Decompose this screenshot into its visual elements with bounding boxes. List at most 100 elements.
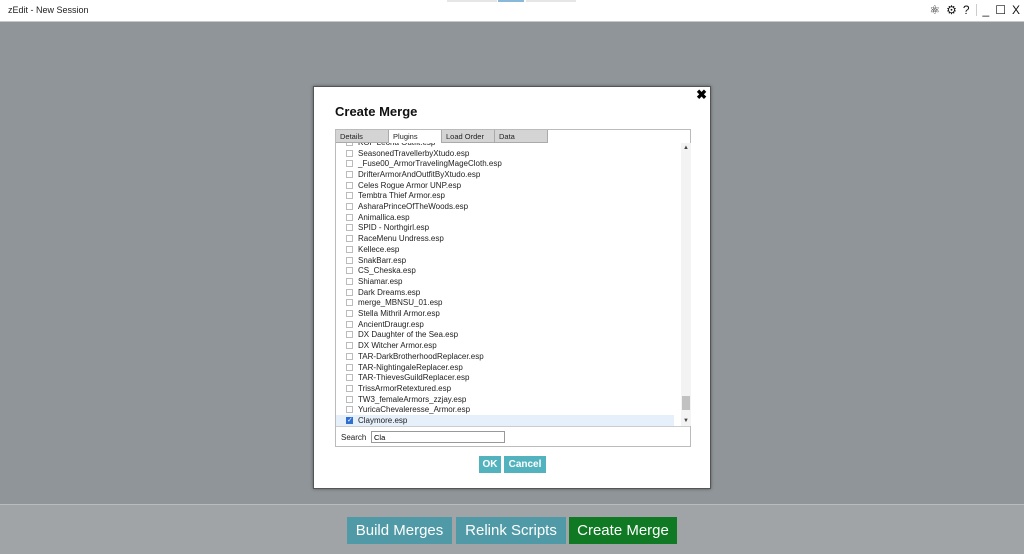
plugin-item[interactable]: DX Witcher Armor.esp: [336, 340, 674, 351]
plugin-name: DrifterArmorAndOutfitByXtudo.esp: [358, 169, 481, 179]
plugin-item[interactable]: SnakBarr.esp: [336, 255, 674, 266]
plugin-item[interactable]: SeasonedTravellerbyXtudo.esp: [336, 148, 674, 159]
plugin-name: Stella Mithril Armor.esp: [358, 309, 440, 319]
plugin-checkbox[interactable]: [346, 224, 353, 232]
plugin-name: SnakBarr.esp: [358, 255, 407, 265]
plugin-item[interactable]: RaceMenu Undress.esp: [336, 233, 674, 244]
scrollbar-thumb[interactable]: [682, 396, 690, 410]
gear-icon[interactable]: ⚙: [946, 3, 957, 17]
plugin-checkbox[interactable]: [346, 143, 353, 146]
plugin-item[interactable]: Stella Mithril Armor.esp: [336, 308, 674, 319]
scrollbar[interactable]: ▲ ▼: [681, 143, 691, 426]
plugin-item[interactable]: AncientDraugr.esp: [336, 319, 674, 330]
plugin-item[interactable]: DrifterArmorAndOutfitByXtudo.esp: [336, 169, 674, 180]
plugin-item[interactable]: Shiamar.esp: [336, 276, 674, 287]
plugin-item[interactable]: TAR-NightingaleReplacer.esp: [336, 362, 674, 373]
plugin-checkbox[interactable]: [346, 288, 353, 296]
plugin-item[interactable]: ✓ Claymore.esp: [336, 415, 674, 426]
plugin-checkbox[interactable]: [346, 374, 353, 382]
plugin-name: TW3_femaleArmors_zzjay.esp: [358, 394, 467, 404]
plugin-checkbox[interactable]: [346, 181, 353, 189]
plugin-checkbox[interactable]: [346, 213, 353, 221]
plugin-name: DX Witcher Armor.esp: [358, 341, 437, 351]
plugin-name: YuricaChevaleresse_Armor.esp: [358, 405, 471, 415]
plugin-item[interactable]: TAR-ThievesGuildReplacer.esp: [336, 372, 674, 383]
plugin-item[interactable]: Tembtra Thief Armor.esp: [336, 191, 674, 202]
minimize-icon[interactable]: _: [983, 3, 990, 17]
plugin-checkbox[interactable]: [346, 299, 353, 307]
plugin-name: Kellece.esp: [358, 244, 400, 254]
plugin-checkbox[interactable]: [346, 384, 353, 392]
plugin-checkbox[interactable]: [346, 235, 353, 243]
create-merge-button[interactable]: Create Merge: [569, 517, 677, 544]
plugin-name: Dark Dreams.esp: [358, 287, 421, 297]
plugin-item[interactable]: CS_Cheska.esp: [336, 265, 674, 276]
merge-panel: Details Plugins Load Order Data KOF Leon…: [335, 129, 691, 447]
plugin-name: TAR-ThievesGuildReplacer.esp: [358, 373, 470, 383]
close-icon[interactable]: X: [1012, 3, 1020, 17]
tab-load-order[interactable]: Load Order: [442, 130, 495, 143]
plugin-checkbox[interactable]: [346, 170, 353, 178]
plugin-checkbox[interactable]: [346, 310, 353, 318]
plugin-checkbox[interactable]: [346, 406, 353, 414]
plugin-name: Claymore.esp: [358, 416, 408, 426]
scroll-down-icon[interactable]: ▼: [683, 418, 689, 424]
plugin-item[interactable]: SPID - Northgirl.esp: [336, 223, 674, 234]
plugin-name: SeasonedTravellerbyXtudo.esp: [358, 148, 470, 158]
plugin-item[interactable]: TW3_femaleArmors_zzjay.esp: [336, 394, 674, 405]
tab-data[interactable]: Data: [495, 130, 548, 143]
plugin-item[interactable]: AsharaPrinceOfTheWoods.esp: [336, 201, 674, 212]
plugin-checkbox[interactable]: [346, 267, 353, 275]
top-tab-indicator-active: [498, 0, 524, 2]
plugin-item[interactable]: _Fuse00_ArmorTravelingMageCloth.esp: [336, 158, 674, 169]
close-modal-icon[interactable]: ✖: [696, 87, 707, 103]
plugin-checkbox[interactable]: [346, 245, 353, 253]
build-merges-button[interactable]: Build Merges: [347, 517, 452, 544]
plugin-item[interactable]: Dark Dreams.esp: [336, 287, 674, 298]
plugin-item[interactable]: Animallica.esp: [336, 212, 674, 223]
search-row: Search: [336, 426, 690, 446]
plugin-item[interactable]: merge_MBNSU_01.esp: [336, 298, 674, 309]
plugin-item[interactable]: YuricaChevaleresse_Armor.esp: [336, 405, 674, 416]
maximize-icon[interactable]: ☐: [995, 3, 1006, 17]
plugin-checkbox[interactable]: [346, 342, 353, 350]
help-icon[interactable]: ?: [963, 3, 970, 17]
plugin-item[interactable]: Kellece.esp: [336, 244, 674, 255]
top-tab-indicator: [447, 0, 497, 2]
plugin-name: Tembtra Thief Armor.esp: [358, 191, 445, 201]
plugin-checkbox[interactable]: ✓: [346, 417, 353, 425]
plugin-checkbox[interactable]: [346, 149, 353, 157]
scroll-up-icon[interactable]: ▲: [683, 145, 689, 151]
plugin-name: TAR-DarkBrotherhoodReplacer.esp: [358, 351, 484, 361]
modules-icon[interactable]: ⚛: [929, 3, 940, 17]
plugin-checkbox[interactable]: [346, 363, 353, 371]
plugin-checkbox[interactable]: [346, 331, 353, 339]
plugin-checkbox[interactable]: [346, 395, 353, 403]
plugin-checkbox[interactable]: [346, 203, 353, 211]
top-tab-indicator: [526, 0, 576, 2]
plugin-checkbox[interactable]: [346, 320, 353, 328]
plugin-name: Animallica.esp: [358, 212, 410, 222]
plugin-name: KOF Leona Outfit.esp: [358, 143, 435, 147]
plugin-checkbox[interactable]: [346, 352, 353, 360]
plugin-checkbox[interactable]: [346, 160, 353, 168]
plugin-list: KOF Leona Outfit.espSeasonedTravellerbyX…: [336, 143, 681, 426]
plugin-name: AsharaPrinceOfTheWoods.esp: [358, 202, 469, 212]
relink-scripts-button[interactable]: Relink Scripts: [456, 517, 566, 544]
ok-button[interactable]: OK: [479, 456, 501, 473]
bottom-bar: Build Merges Relink Scripts Create Merge: [0, 504, 1024, 554]
plugin-checkbox[interactable]: [346, 192, 353, 200]
plugin-checkbox[interactable]: [346, 256, 353, 264]
plugin-checkbox[interactable]: [346, 277, 353, 285]
tab-plugins[interactable]: Plugins: [389, 130, 442, 143]
app-title: zEdit - New Session: [8, 5, 89, 15]
cancel-button[interactable]: Cancel: [504, 456, 546, 473]
plugin-item[interactable]: Celes Rogue Armor UNP.esp: [336, 180, 674, 191]
plugin-item[interactable]: TAR-DarkBrotherhoodReplacer.esp: [336, 351, 674, 362]
tab-details[interactable]: Details: [336, 130, 389, 143]
search-input[interactable]: [371, 431, 505, 443]
plugin-name: TrissArmorRetextured.esp: [358, 383, 452, 393]
plugin-item[interactable]: TrissArmorRetextured.esp: [336, 383, 674, 394]
divider: [975, 4, 977, 16]
plugin-item[interactable]: DX Daughter of the Sea.esp: [336, 330, 674, 341]
